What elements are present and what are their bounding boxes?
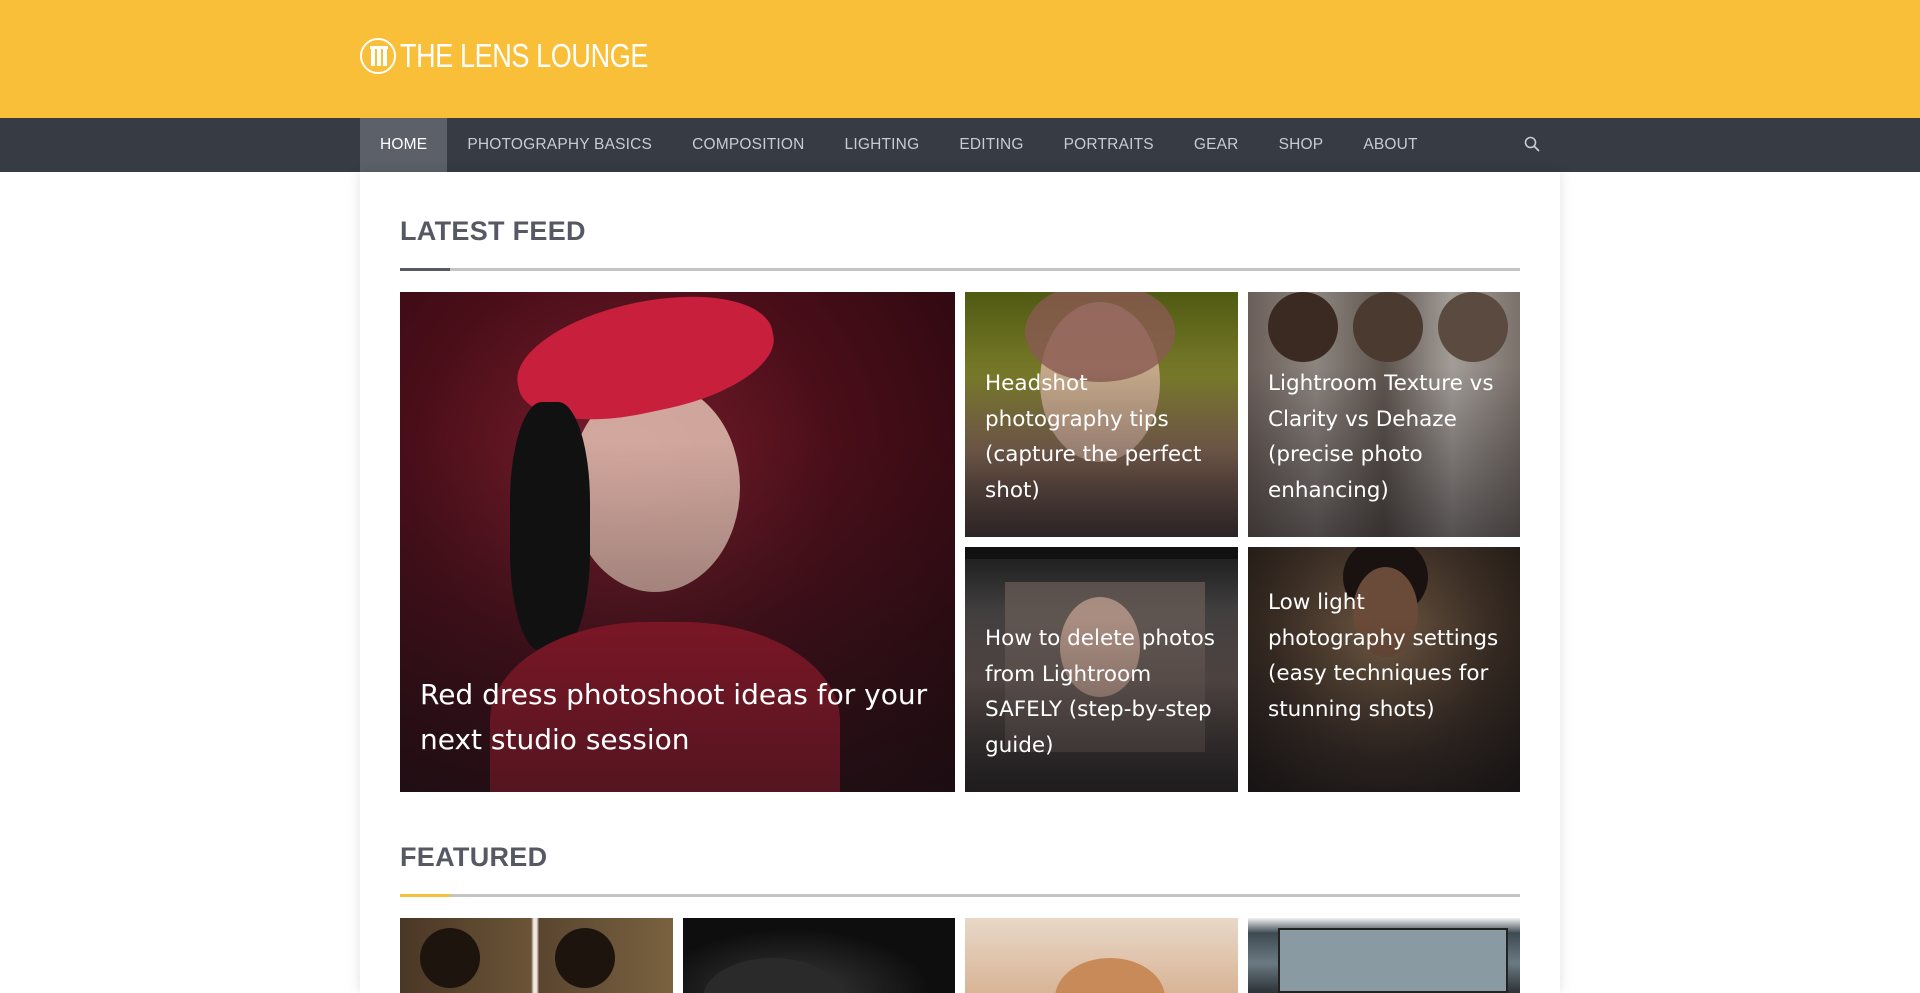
featured-accent: [400, 894, 450, 897]
nav-item-about[interactable]: ABOUT: [1343, 118, 1437, 172]
logo-text: THE LENS LOUNGE: [400, 37, 648, 74]
main-nav-bar: HOME PHOTOGRAPHY BASICS COMPOSITION LIGH…: [0, 118, 1920, 172]
post-title[interactable]: Low light photography settings (easy tec…: [1268, 585, 1502, 727]
site-logo[interactable]: THE LENS LOUNGE: [360, 36, 702, 76]
featured-card-4[interactable]: [1248, 918, 1520, 993]
latest-feed-accent: [400, 268, 450, 271]
post-card-delete-photos[interactable]: How to delete photos from Lightroom SAFE…: [965, 547, 1238, 792]
post-title[interactable]: Red dress photoshoot ideas for your next…: [420, 672, 937, 762]
featured-card-3[interactable]: [965, 918, 1238, 993]
post-card-red-dress[interactable]: Red dress photoshoot ideas for your next…: [400, 292, 955, 792]
post-title[interactable]: Headshot photography tips (capture the p…: [985, 366, 1220, 508]
nav-item-editing[interactable]: EDITING: [939, 118, 1043, 172]
nav-item-portraits[interactable]: PORTRAITS: [1044, 118, 1174, 172]
main-nav: HOME PHOTOGRAPHY BASICS COMPOSITION LIGH…: [360, 118, 1438, 172]
search-icon[interactable]: [1523, 135, 1541, 153]
post-title[interactable]: Lightroom Texture vs Clarity vs Dehaze (…: [1268, 366, 1502, 508]
nav-item-photography-basics[interactable]: PHOTOGRAPHY BASICS: [447, 118, 672, 172]
nav-item-home[interactable]: HOME: [360, 118, 448, 172]
post-card-low-light[interactable]: Low light photography settings (easy tec…: [1248, 547, 1520, 792]
featured-heading: FEATURED: [400, 842, 548, 872]
post-title[interactable]: How to delete photos from Lightroom SAFE…: [985, 621, 1220, 763]
latest-feed-divider: [400, 268, 1520, 271]
featured-card-1[interactable]: [400, 918, 673, 993]
nav-item-lighting[interactable]: LIGHTING: [825, 118, 940, 172]
logo-icon: [360, 38, 396, 74]
site-header: THE LENS LOUNGE: [0, 0, 1920, 118]
latest-feed-heading: LATEST FEED: [400, 216, 586, 246]
featured-divider: [400, 894, 1520, 897]
featured-card-2[interactable]: [683, 918, 955, 993]
post-card-lightroom-texture[interactable]: Lightroom Texture vs Clarity vs Dehaze (…: [1248, 292, 1520, 537]
post-card-headshot[interactable]: Headshot photography tips (capture the p…: [965, 292, 1238, 537]
nav-item-composition[interactable]: COMPOSITION: [672, 118, 824, 172]
nav-item-gear[interactable]: GEAR: [1174, 118, 1259, 172]
nav-item-shop[interactable]: SHOP: [1259, 118, 1344, 172]
